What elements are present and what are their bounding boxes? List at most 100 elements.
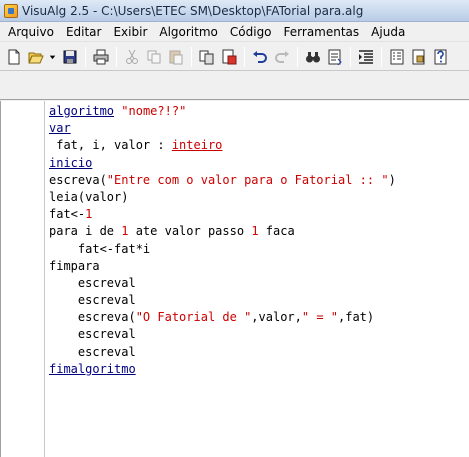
code-line[interactable]: escreval [49, 275, 469, 292]
save-icon [63, 50, 76, 63]
menu-ferramentas[interactable]: Ferramentas [278, 23, 366, 41]
code-token: fat, i, valor : [49, 138, 172, 153]
code-token: algoritmo [49, 104, 115, 118]
code-token: var [49, 121, 71, 136]
dropdown-arrow-icon [49, 55, 56, 59]
undo-icon [252, 50, 267, 63]
code-token: fat<-fat*i [49, 241, 151, 256]
code-line[interactable]: escreval [49, 292, 469, 309]
code-token: fat<- [49, 207, 86, 222]
copy-to-file-button[interactable] [196, 46, 217, 67]
code-text[interactable]: algoritmo "nome?!?" var fat, i, valor : i… [49, 103, 469, 378]
new-file-icon [8, 49, 19, 64]
window-title: VisuAlg 2.5 - C:\Users\ETEC SM\Desktop\F… [22, 3, 364, 18]
toolbar-separator [116, 46, 117, 67]
menu-bar: Arquivo Editar Exibir Algoritmo Código F… [0, 22, 469, 42]
new-file-button[interactable] [3, 46, 24, 67]
code-token: para i de [49, 224, 122, 239]
menu-codigo[interactable]: Código [224, 23, 278, 41]
open-file-button[interactable] [25, 46, 46, 67]
code-token: fimpara [49, 258, 100, 273]
code-token: faca [258, 224, 295, 239]
code-token: escreva( [49, 172, 107, 187]
toolbar-separator [244, 46, 245, 67]
paste-from-file-button[interactable] [218, 46, 239, 67]
code-token: escreval [49, 344, 136, 359]
code-line[interactable]: algoritmo "nome?!?" [49, 103, 469, 120]
editor-gutter [1, 101, 45, 457]
open-dropdown-button[interactable] [47, 46, 58, 67]
code-line[interactable]: leia(valor) [49, 189, 469, 206]
code-line[interactable]: escreval [49, 326, 469, 343]
code-token: " = " [301, 310, 338, 325]
copy-button[interactable] [143, 46, 164, 67]
code-token: "nome?!?" [121, 104, 187, 118]
cut-button[interactable] [121, 46, 142, 67]
print-icon [93, 49, 108, 64]
app-icon [4, 3, 18, 18]
code-line[interactable]: escreva("O Fatorial de ",valor," = ",fat… [49, 309, 469, 326]
code-token: inicio [49, 155, 93, 170]
code-editor[interactable]: algoritmo "nome?!?" var fat, i, valor : i… [0, 101, 469, 457]
toolbar-separator [85, 46, 86, 67]
document-icon [412, 49, 424, 64]
help-button[interactable] [430, 46, 451, 67]
undo-button[interactable] [249, 46, 270, 67]
replace-button[interactable] [324, 46, 345, 67]
code-line[interactable]: var [49, 120, 469, 137]
indent-icon [358, 49, 373, 64]
menu-ajuda[interactable]: Ajuda [365, 23, 411, 41]
copy-icon [147, 50, 160, 63]
indent-button[interactable] [355, 46, 376, 67]
code-token: "O Fatorial de " [135, 310, 252, 325]
list-button[interactable] [386, 46, 407, 67]
help-icon [434, 49, 446, 64]
code-line[interactable]: fimalgoritmo [49, 361, 469, 378]
code-token: leia(valor) [49, 189, 129, 204]
code-line[interactable]: inicio [49, 155, 469, 172]
copy-to-file-icon [199, 50, 213, 64]
code-token: escreval [49, 293, 136, 308]
paste-icon [169, 50, 182, 64]
title-bar: VisuAlg 2.5 - C:\Users\ETEC SM\Desktop\F… [0, 0, 469, 22]
code-token: ) [388, 172, 396, 187]
code-line[interactable]: para i de 1 ate valor passo 1 faca [49, 223, 469, 240]
code-token: inteiro [171, 138, 223, 153]
find-button[interactable] [302, 46, 323, 67]
editor-header-strip [0, 72, 469, 100]
print-button[interactable] [90, 46, 111, 67]
cut-icon [125, 49, 138, 64]
code-token: ,valor, [251, 310, 302, 325]
list-icon [390, 49, 403, 64]
menu-exibir[interactable]: Exibir [107, 23, 153, 41]
code-token: 1 [85, 207, 93, 222]
toolbar-separator [191, 46, 192, 67]
code-token: fimalgoritmo [49, 361, 136, 376]
menu-algoritmo[interactable]: Algoritmo [153, 23, 224, 41]
code-line[interactable]: fat, i, valor : inteiro [49, 137, 469, 154]
code-line[interactable]: escreva("Entre com o valor para o Fatori… [49, 172, 469, 189]
code-line[interactable]: fat<-fat*i [49, 241, 469, 258]
paste-button[interactable] [165, 46, 186, 67]
redo-icon [274, 50, 289, 63]
redo-button[interactable] [271, 46, 292, 67]
code-token: escreval [49, 275, 136, 290]
replace-icon [328, 49, 342, 65]
code-token: ,fat) [338, 310, 375, 325]
code-token: escreva( [49, 310, 136, 325]
find-icon [305, 51, 320, 62]
paste-from-file-icon [222, 49, 236, 64]
menu-arquivo[interactable]: Arquivo [2, 23, 60, 41]
code-token: escreval [49, 327, 136, 342]
save-button[interactable] [59, 46, 80, 67]
code-line[interactable]: fat<-1 [49, 206, 469, 223]
menu-editar[interactable]: Editar [60, 23, 108, 41]
code-token: "Entre com o valor para o Fatorial :: " [106, 172, 389, 187]
code-token: ate valor passo [128, 224, 252, 239]
toolbar-separator [381, 46, 382, 67]
code-line[interactable]: fimpara [49, 258, 469, 275]
document-button[interactable] [408, 46, 429, 67]
toolbar-separator [297, 46, 298, 67]
code-line[interactable]: escreval [49, 344, 469, 361]
code-token: 1 [251, 224, 259, 239]
